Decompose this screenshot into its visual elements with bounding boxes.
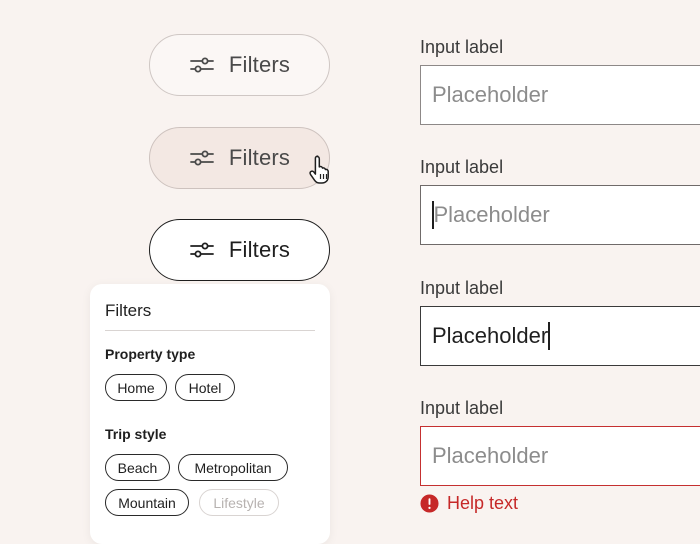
text-caret [548,322,550,350]
sliders-icon [189,147,215,169]
filters-button-default[interactable]: Filters [149,34,330,96]
text-input-error[interactable]: Placeholder [420,426,700,486]
filters-panel: Filters Property type Home Hotel Trip st… [90,284,330,544]
chip-beach[interactable]: Beach [105,454,170,481]
filters-button-active[interactable]: Filters [149,219,330,281]
filters-button-label: Filters [228,237,291,262]
chip-hotel[interactable]: Hotel [175,374,235,401]
chip-mountain[interactable]: Mountain [105,489,189,516]
input-label: Input label [420,398,504,418]
input-placeholder: Placeholder [432,443,549,468]
input-label: Input label [420,157,504,177]
input-value: Placeholder [432,323,549,348]
section-label-property-type: Property type [105,346,196,362]
sliders-icon [189,54,215,76]
error-icon [420,494,439,513]
chip-metropolitan[interactable]: Metropolitan [178,454,288,481]
input-placeholder: Placeholder [433,202,550,227]
panel-title: Filters [105,301,152,320]
chip-lifestyle: Lifestyle [199,489,279,516]
input-placeholder: Placeholder [432,82,549,107]
error-help-text: Help text [420,493,518,514]
hand-pointer-icon [309,155,329,184]
filters-button-hover[interactable]: Filters [149,127,330,189]
panel-divider [105,330,315,331]
input-label: Input label [420,278,504,298]
text-input-filled[interactable]: Placeholder [420,306,700,366]
input-label: Input label [420,37,504,57]
help-text: Help text [447,493,519,513]
filters-button-label: Filters [228,52,291,77]
text-input-default[interactable]: Placeholder [420,65,700,125]
chip-home[interactable]: Home [105,374,167,401]
filters-button-label: Filters [228,145,291,170]
section-label-trip-style: Trip style [105,426,167,442]
sliders-icon [189,239,215,261]
text-input-focused[interactable]: Placeholder [420,185,700,245]
